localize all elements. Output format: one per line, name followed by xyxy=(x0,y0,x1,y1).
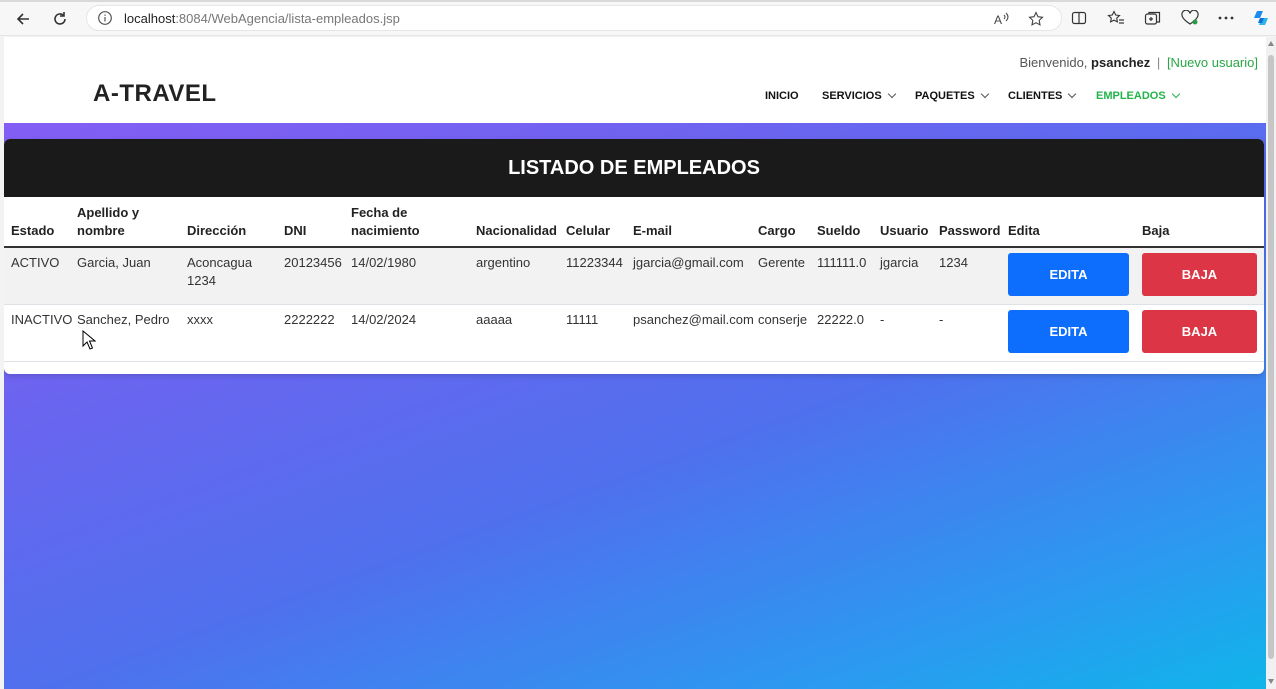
row-divider xyxy=(4,361,1264,362)
browser-essentials-icon[interactable] xyxy=(1180,9,1200,27)
read-aloud-icon[interactable]: A xyxy=(993,11,1011,27)
employees-card: LISTADO DE EMPLEADOS Estado Apellido y n… xyxy=(4,139,1264,374)
cell-fecha: 14/02/1980 xyxy=(351,255,417,270)
nav-item-empleados[interactable]: EMPLEADOS xyxy=(1096,88,1180,104)
chevron-down-icon xyxy=(980,89,989,99)
col-header-celular: Celular xyxy=(566,223,611,238)
nav-item-inicio[interactable]: INICIO xyxy=(765,88,799,104)
page-scrollbar[interactable] xyxy=(1266,37,1276,689)
col-header-estado: Estado xyxy=(11,223,55,238)
collections-icon[interactable] xyxy=(1143,9,1163,27)
delete-button[interactable]: BAJA xyxy=(1142,310,1257,353)
copilot-icon[interactable] xyxy=(1251,9,1271,27)
cell-email: jgarcia@gmail.com xyxy=(633,255,744,270)
scroll-up-icon[interactable] xyxy=(1268,41,1274,46)
address-bar[interactable]: localhost:8084/WebAgencia/lista-empleado… xyxy=(86,5,1062,31)
cell-fecha: 14/02/2024 xyxy=(351,312,417,327)
welcome-prefix: Bienvenido, xyxy=(1019,55,1088,70)
scrollbar-thumb[interactable] xyxy=(1268,55,1274,659)
nav-label: EMPLEADOS xyxy=(1096,90,1166,102)
cell-estado: ACTIVO xyxy=(11,255,60,270)
chevron-down-icon xyxy=(1068,89,1077,99)
cell-password: 1234 xyxy=(939,255,968,270)
cell-nacionalidad: aaaaa xyxy=(476,312,513,327)
new-user-link[interactable]: [Nuevo usuario] xyxy=(1167,55,1258,70)
cell-usuario: jgarcia xyxy=(880,255,919,270)
cell-cargo: Gerente xyxy=(758,255,805,270)
url-text: localhost:8084/WebAgencia/lista-empleado… xyxy=(124,11,400,26)
nav-label: CLIENTES xyxy=(1008,90,1063,102)
reload-icon[interactable] xyxy=(49,8,71,30)
nav-label: PAQUETES xyxy=(915,90,975,102)
col-header-nacionalidad: Nacionalidad xyxy=(476,223,557,238)
favorite-star-icon[interactable] xyxy=(1027,11,1045,27)
cell-dni: 2222222 xyxy=(284,312,335,327)
browser-toolbar: localhost:8084/WebAgencia/lista-empleado… xyxy=(0,0,1276,36)
col-header-usuario: Usuario xyxy=(880,223,929,238)
cell-email: psanchez@mail.com xyxy=(633,312,754,327)
scroll-down-icon[interactable] xyxy=(1268,679,1274,684)
welcome-text: Bienvenido, psanchez | [Nuevo usuario] xyxy=(1019,55,1258,70)
cell-estado: INACTIVO xyxy=(11,312,73,327)
cell-direccion-1: xxxx xyxy=(187,312,213,327)
cell-direccion-1: Aconcagua xyxy=(187,255,253,270)
info-icon[interactable] xyxy=(97,10,113,26)
col-header-dni: DNI xyxy=(284,223,307,238)
delete-button[interactable]: BAJA xyxy=(1142,253,1257,296)
username: psanchez xyxy=(1091,55,1151,70)
col-header-email: E-mail xyxy=(633,223,673,238)
chevron-down-icon xyxy=(1171,89,1180,99)
cell-dni: 20123456 xyxy=(284,255,342,270)
favorites-icon[interactable] xyxy=(1106,9,1126,27)
cell-celular: 11223344 xyxy=(566,255,623,270)
back-icon[interactable] xyxy=(12,8,34,30)
mouse-cursor-icon xyxy=(82,330,96,350)
cell-nombre: Sanchez, Pedro xyxy=(77,312,170,327)
cell-direccion-2: 1234 xyxy=(187,273,216,288)
col-header-fecha-2: nacimiento xyxy=(351,223,420,238)
col-header-cargo: Cargo xyxy=(758,223,796,238)
split-screen-icon[interactable] xyxy=(1069,9,1089,27)
edit-button[interactable]: EDITA xyxy=(1008,253,1129,296)
more-options-icon[interactable] xyxy=(1216,9,1236,27)
nav-item-paquetes[interactable]: PAQUETES xyxy=(915,88,989,104)
site-logo[interactable]: A-TRAVEL xyxy=(93,80,217,108)
cell-sueldo: 22222.0 xyxy=(817,312,864,327)
nav-item-clientes[interactable]: CLIENTES xyxy=(1008,88,1077,104)
cell-sueldo: 111111.0 xyxy=(817,255,867,270)
page-title: LISTADO DE EMPLEADOS xyxy=(508,156,760,179)
nav-label: INICIO xyxy=(765,90,799,102)
col-header-apellido-2: nombre xyxy=(77,223,125,238)
tab-strip-edge xyxy=(0,0,1276,2)
edit-button[interactable]: EDITA xyxy=(1008,310,1129,353)
col-header-direccion: Dirección xyxy=(187,223,247,238)
svg-text:A: A xyxy=(994,13,1002,26)
cell-nacionalidad: argentino xyxy=(476,255,531,270)
col-header-edita: Edita xyxy=(1008,223,1040,238)
cell-password: - xyxy=(939,312,944,327)
col-header-fecha-1: Fecha de xyxy=(351,205,408,220)
row-divider xyxy=(4,304,1264,305)
col-header-baja: Baja xyxy=(1142,223,1170,238)
col-header-password: Password xyxy=(939,223,1001,238)
page-background: Bienvenido, psanchez | [Nuevo usuario] A… xyxy=(4,37,1266,689)
col-header-apellido-1: Apellido y xyxy=(77,205,140,220)
cell-celular: 11111 xyxy=(566,312,599,327)
nav-label: SERVICIOS xyxy=(822,90,882,102)
cell-cargo: conserje xyxy=(758,312,808,327)
col-header-sueldo: Sueldo xyxy=(817,223,861,238)
cell-nombre: Garcia, Juan xyxy=(77,255,151,270)
site-header: Bienvenido, psanchez | [Nuevo usuario] A… xyxy=(4,37,1266,123)
cell-usuario: - xyxy=(880,312,885,327)
welcome-separator: | xyxy=(1156,55,1161,70)
nav-item-servicios[interactable]: SERVICIOS xyxy=(822,88,896,104)
card-title-bar: LISTADO DE EMPLEADOS xyxy=(4,139,1264,197)
chevron-down-icon xyxy=(887,89,896,99)
